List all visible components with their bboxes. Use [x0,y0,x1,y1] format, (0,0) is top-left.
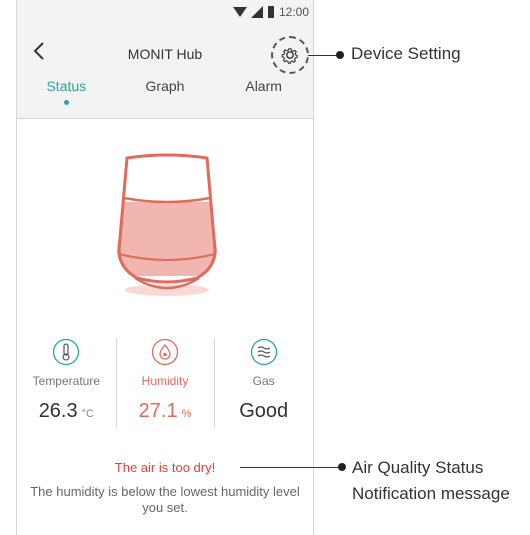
sensor-metrics: Temperature 26.3 °C Humidity 27.1% Gas G… [17,338,313,428]
metric-temperature[interactable]: Temperature 26.3 °C [17,338,116,428]
status-bar: 12:00 [17,0,313,28]
tab-alarm[interactable]: Alarm [219,78,309,94]
gas-waves-icon [250,338,277,366]
metric-label: Temperature [32,374,101,388]
metric-unit: % [181,408,192,420]
metric-value: 26.3 [38,400,78,422]
metric-value: Good [239,400,289,422]
wifi-icon [232,7,247,17]
metric-label: Humidity [141,374,189,388]
tab-graph[interactable]: Graph [120,78,210,94]
hub-device-illustration [117,153,217,296]
tab-status-label: Status [46,78,87,94]
tab-alarm-label: Alarm [245,78,282,94]
metric-value: 27.1 [138,400,178,422]
phone-screen: 12:00 MONIT Hub Status Graph Alarm Tempe… [16,0,314,535]
water-drop-icon [151,338,179,366]
device-setting-callout-line [308,55,338,56]
device-setting-annotation: Device Setting [351,44,461,63]
page-title: MONIT Hub [127,46,203,62]
metric-gas[interactable]: Gas Good [214,338,313,428]
gear-icon [281,48,298,64]
tab-status[interactable]: Status [21,78,111,105]
air-quality-annotation-line2: Notification message [352,484,510,503]
metric-label: Gas [252,374,275,388]
notification-message: The humidity is below the lowest humidit… [30,484,300,515]
battery-icon [267,6,274,18]
thermometer-icon [53,338,80,366]
notification-callout-dot [338,463,346,471]
metric-humidity[interactable]: Humidity 27.1% [115,338,215,428]
app-header: MONIT Hub Status Graph Alarm [17,28,313,119]
signal-icon [250,6,263,18]
tab-graph-label: Graph [145,78,185,94]
air-quality-annotation-line1: Air Quality Status [352,458,484,477]
device-setting-callout-dot [336,51,344,59]
settings-button[interactable] [271,36,309,74]
notification-callout-line [240,467,340,468]
status-time: 12:00 [278,5,309,19]
tab-bar: Status Graph Alarm [17,78,313,105]
metric-unit: °C [81,408,94,420]
active-tab-indicator [63,100,69,105]
